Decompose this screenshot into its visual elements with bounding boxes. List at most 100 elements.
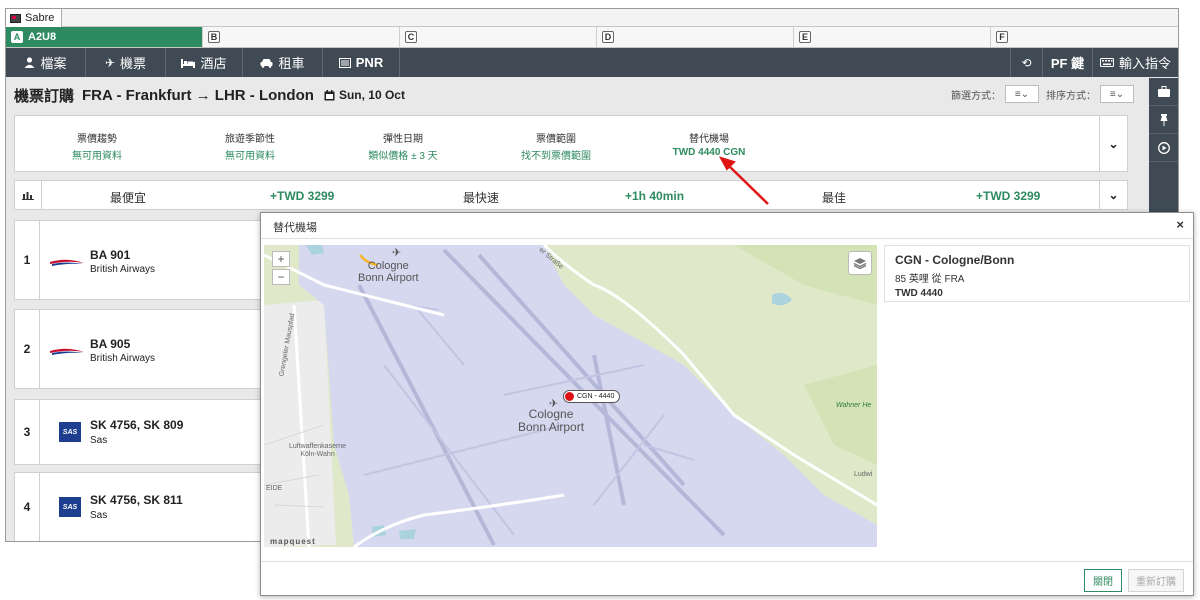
layers-button[interactable] xyxy=(848,251,872,275)
fastest-value[interactable]: +1h 40min xyxy=(625,189,684,203)
filters-expand-button[interactable]: ⌄ xyxy=(1099,116,1127,171)
flight-row[interactable]: 1 BA 901 British Airways xyxy=(14,220,274,300)
calendar-icon xyxy=(324,89,335,100)
chart-button[interactable] xyxy=(15,181,42,209)
pf-keys-button[interactable]: PF 鍵 xyxy=(1042,48,1092,77)
history-button[interactable]: ⟲ xyxy=(1010,48,1042,77)
dialog-footer-divider xyxy=(261,561,1193,562)
pin-label: CGN - 4440 xyxy=(577,393,615,400)
car-button[interactable]: 租車 xyxy=(243,48,323,77)
flight-row[interactable]: 4 SAS SK 4756, SK 811 Sas xyxy=(14,472,274,541)
rebook-button[interactable]: 重新訂購 xyxy=(1128,569,1184,592)
session-key-a: A xyxy=(11,31,23,43)
session-tab-f[interactable]: F xyxy=(991,27,1178,47)
filter-select[interactable]: ≡ ⌄ xyxy=(1005,85,1039,103)
pnr-label: PNR xyxy=(355,55,384,70)
airport-price: TWD 4440 xyxy=(895,288,943,299)
flight-row[interactable]: 2 BA 905 British Airways xyxy=(14,309,274,389)
flexible-dates-label: 彈性日期 xyxy=(383,134,423,145)
sas-logo-icon: SAS xyxy=(59,422,81,442)
mapquest-attribution[interactable]: mapquest xyxy=(270,537,316,546)
flexible-dates[interactable]: 彈性日期 類似價格 ± 3 天 xyxy=(333,130,473,162)
command-button[interactable]: 輸入指令 xyxy=(1092,48,1178,77)
files-label: 檔案 xyxy=(40,56,67,71)
svg-text:✈: ✈ xyxy=(392,246,401,259)
airline-name: Sas xyxy=(90,510,108,521)
command-label: 輸入指令 xyxy=(1118,56,1171,71)
play-button[interactable] xyxy=(1149,134,1178,162)
best-value[interactable]: +TWD 3299 xyxy=(976,189,1040,203)
cheapest-value[interactable]: +TWD 3299 xyxy=(270,189,334,203)
airport-map[interactable]: ✈ ✈ + − Cologne Bonn Airport Cologne Bon… xyxy=(264,245,877,547)
session-tab-c[interactable]: C xyxy=(400,27,597,47)
fare-range-value: 找不到票價範圍 xyxy=(521,151,591,162)
session-key-b: B xyxy=(208,31,220,43)
fastest-label[interactable]: 最快速 xyxy=(463,189,499,206)
fare-trend[interactable]: 票價趨勢 無可用資料 xyxy=(27,130,167,162)
travel-date: Sun, 10 Oct xyxy=(338,88,405,102)
airport-distance: 85 英哩 從 FRA xyxy=(895,274,965,285)
close-icon[interactable]: × xyxy=(1176,217,1184,232)
row-number: 2 xyxy=(15,310,40,388)
zoom-out-button[interactable]: − xyxy=(272,269,290,285)
row-number: 3 xyxy=(15,400,40,464)
map-label-kaserne: Luftwaffenkaserne Köln-Wahn xyxy=(289,443,347,458)
app-title: Sabre xyxy=(25,12,55,24)
pf-keys-label: PF 鍵 xyxy=(1050,56,1085,71)
sort-control: 排序方式： ≡ ⌄ xyxy=(1046,85,1134,103)
pnr-button[interactable]: PNR xyxy=(323,48,400,77)
fare-trend-label: 票價趨勢 xyxy=(77,134,117,145)
air-button[interactable]: ✈ 機票 xyxy=(86,48,166,77)
title-bar: Sabre xyxy=(6,9,1178,27)
pin-icon xyxy=(1160,113,1167,126)
dialog-title: 替代機場 xyxy=(273,222,317,234)
plane-icon: ✈ xyxy=(104,55,116,70)
files-button[interactable]: 檔案 xyxy=(6,48,86,77)
history-icon: ⟲ xyxy=(1021,55,1032,70)
best-label[interactable]: 最佳 xyxy=(822,189,846,206)
app-tab[interactable]: Sabre xyxy=(6,9,62,27)
airline-name: British Airways xyxy=(90,353,156,364)
dialog-divider xyxy=(261,238,1193,239)
cheapest-label[interactable]: 最便宜 xyxy=(110,189,146,206)
british-airways-logo-icon xyxy=(50,348,84,355)
british-airways-logo-icon xyxy=(50,259,84,266)
fare-filters-card: 票價趨勢 無可用資料 旅遊季節性 無可用資料 彈性日期 類似價格 ± 3 天 票… xyxy=(14,115,1128,172)
session-tab-e[interactable]: E xyxy=(794,27,991,47)
airport-pin-marker[interactable]: CGN - 4440 xyxy=(563,390,621,403)
summary-expand-button[interactable]: ⌄ xyxy=(1099,181,1127,209)
map-label-airport-top: Cologne Bonn Airport xyxy=(358,260,419,284)
hotel-button[interactable]: 酒店 xyxy=(166,48,243,77)
layers-icon xyxy=(853,258,867,269)
list-icon xyxy=(338,57,351,68)
briefcase-button[interactable] xyxy=(1149,78,1178,106)
close-button[interactable]: 關閉 xyxy=(1084,569,1122,592)
session-tab-d[interactable]: D xyxy=(597,27,794,47)
zoom-in-button[interactable]: + xyxy=(272,251,290,267)
sort-select[interactable]: ≡ ⌄ xyxy=(1100,85,1134,103)
pin-dot-icon xyxy=(565,392,574,401)
session-tab-a[interactable]: A A2U8 xyxy=(6,27,203,47)
page-title: 機票訂購 xyxy=(14,87,75,105)
car-label: 租車 xyxy=(278,56,305,71)
briefcase-icon xyxy=(1157,86,1170,97)
sas-logo-icon: SAS xyxy=(59,497,81,517)
session-key-f: F xyxy=(996,31,1008,43)
airport-info-card[interactable]: CGN - Cologne/Bonn 85 英哩 從 FRA TWD 4440 xyxy=(884,245,1190,302)
user-icon xyxy=(24,57,35,68)
row-number: 1 xyxy=(15,221,40,299)
fare-range[interactable]: 票價範圍 找不到票價範圍 xyxy=(486,130,626,162)
fare-trend-value: 無可用資料 xyxy=(72,151,122,162)
sort-label: 排序方式： xyxy=(1046,90,1096,102)
alternate-airport-dialog: 替代機場 × ✈ ✈ + − Cologne Bonn Airport Colo… xyxy=(260,212,1194,596)
chevron-down-icon: ⌄ xyxy=(1108,188,1119,202)
flexible-dates-value: 類似價格 ± 3 天 xyxy=(368,151,438,162)
map-label-airport-center: Cologne Bonn Airport xyxy=(518,407,585,434)
bed-icon xyxy=(181,58,196,68)
flight-row[interactable]: 3 SAS SK 4756, SK 809 Sas xyxy=(14,399,274,465)
alternate-airport[interactable]: 替代機場 TWD 4440 CGN xyxy=(639,130,779,158)
session-tab-b[interactable]: B xyxy=(203,27,400,47)
seasonality[interactable]: 旅遊季節性 無可用資料 xyxy=(180,130,320,162)
pin-button[interactable] xyxy=(1149,106,1178,134)
chevron-down-icon: ⌄ xyxy=(1115,88,1125,100)
